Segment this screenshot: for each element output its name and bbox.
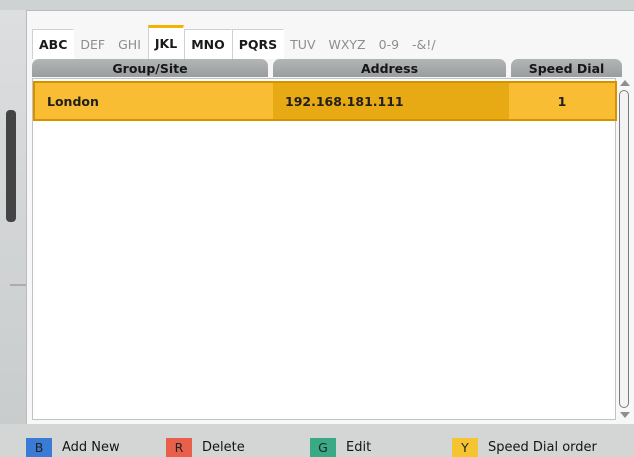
tab-tuv[interactable]: TUV [284,29,322,59]
tab-0-9[interactable]: 0-9 [373,29,406,59]
tab-abc[interactable]: ABC [32,29,75,59]
side-scroll-handle[interactable] [6,110,16,222]
column-header-group-site[interactable]: Group/Site [32,59,268,77]
speed-dial-order-button[interactable]: Y Speed Dial order [452,438,597,457]
window-top-bar [0,0,634,10]
tab-jkl[interactable]: JKL [147,25,185,59]
yellow-key-icon: Y [452,438,478,457]
tab-wxyz[interactable]: WXYZ [323,29,373,59]
side-divider [10,284,26,286]
tab-mno[interactable]: MNO [184,29,232,59]
scroll-up-arrow-icon[interactable] [620,80,630,86]
column-header-row: Group/Site Address Speed Dial [32,59,622,77]
cell-address: 192.168.181.111 [273,83,509,119]
cell-speed-dial: 1 [557,93,567,109]
red-key-icon: R [166,438,192,457]
function-key-bar: B Add New R Delete G Edit Y Speed Dial o… [0,424,634,457]
speed-dial-order-label: Speed Dial order [488,440,597,455]
delete-button[interactable]: R Delete [166,438,245,457]
tab-pqrs[interactable]: PQRS [231,29,285,59]
tab-def[interactable]: DEF [74,29,112,59]
directory-list: London 192.168.181.111 1 [32,78,617,420]
tab-symbols[interactable]: -&!/ [406,29,442,59]
list-scrollbar[interactable] [618,78,632,420]
column-header-speed-dial[interactable]: Speed Dial [511,59,622,77]
edit-label: Edit [346,440,372,455]
add-new-label: Add New [62,440,120,455]
tab-ghi[interactable]: GHI [112,29,148,59]
cell-group-site: London [47,93,99,109]
scroll-thumb[interactable] [619,90,629,408]
alphabet-tabs: ABC DEF GHI JKL MNO PQRS TUV WXYZ 0-9 -&!/ [32,25,522,59]
edit-button[interactable]: G Edit [310,438,371,457]
scroll-down-arrow-icon[interactable] [620,412,630,418]
table-row[interactable]: London 192.168.181.111 1 [33,81,617,121]
green-key-icon: G [310,438,336,457]
column-header-address[interactable]: Address [273,59,506,77]
add-new-button[interactable]: B Add New [26,438,120,457]
delete-label: Delete [202,440,245,455]
directory-panel: ABC DEF GHI JKL MNO PQRS TUV WXYZ 0-9 -&!/ Group/… [26,10,634,424]
blue-key-icon: B [26,438,52,457]
